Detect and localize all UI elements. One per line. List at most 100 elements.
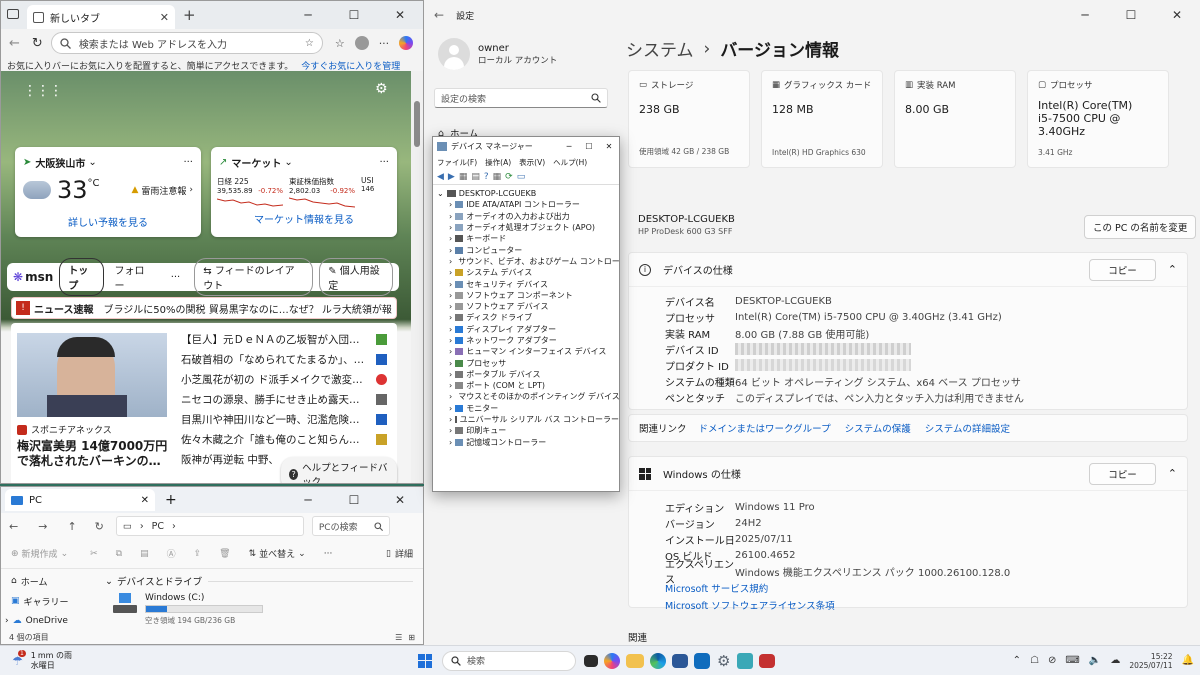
forecast-link[interactable]: 詳しい予報を見る: [15, 214, 201, 229]
tree-item[interactable]: › マウスとそのほかのポインティング デバイス: [437, 391, 619, 402]
services-agreement-link[interactable]: Microsoft サービス規約: [665, 584, 768, 595]
tree-item[interactable]: › ネットワーク アダプター: [437, 335, 619, 346]
nav-item-gallery[interactable]: ▣ ギャラリー: [1, 591, 97, 611]
ime-icon[interactable]: ⌨: [1065, 655, 1079, 666]
tree-item[interactable]: › 印刷キュー: [437, 425, 619, 436]
tree-item[interactable]: › IDE ATA/ATAPI コントローラー: [437, 199, 619, 210]
close-tab-icon[interactable]: ✕: [141, 495, 149, 506]
menu-view[interactable]: 表示(V): [519, 157, 545, 168]
wifi-off-icon[interactable]: ⊘: [1048, 655, 1056, 666]
properties-icon[interactable]: ▦: [459, 172, 468, 182]
monitor-icon[interactable]: ▭: [517, 172, 526, 182]
refresh-icon[interactable]: ↻: [32, 36, 43, 51]
tree-item[interactable]: › ディスク ドライブ: [437, 312, 619, 323]
copilot-taskbar-icon[interactable]: [604, 652, 620, 669]
storage-tile[interactable]: ▭ ストレージ 238 GB 使用領域 42 GB / 238 GB: [628, 70, 750, 168]
tab-follow[interactable]: フォロー: [114, 262, 150, 292]
taskbar-search[interactable]: 検索: [442, 650, 576, 671]
more-menu-icon[interactable]: ···: [379, 37, 390, 50]
feed-layout-button[interactable]: ⇆ フィードのレイアウト: [194, 258, 314, 296]
minimize-button[interactable]: ─: [285, 1, 331, 30]
close-button[interactable]: ✕: [599, 142, 619, 151]
minimize-button[interactable]: ─: [285, 488, 331, 512]
back-icon[interactable]: ◀: [437, 172, 444, 182]
breadcrumb-parent[interactable]: システム: [626, 36, 694, 61]
headline-item[interactable]: 【巨人】元ＤｅＮＡの乙坂智が入団…: [181, 329, 387, 349]
weather-widget[interactable]: ☂ 1 1 mm の雨 水曜日: [12, 649, 72, 671]
market-more-icon[interactable]: ···: [379, 157, 389, 168]
feed-more-icon[interactable]: ···: [171, 272, 181, 283]
file-explorer-taskbar-icon[interactable]: [626, 653, 644, 668]
user-account[interactable]: owner ローカル アカウント: [438, 38, 557, 70]
add-tab-icon[interactable]: +: [183, 6, 196, 24]
tree-item[interactable]: › コンピューター: [437, 244, 619, 255]
profile-avatar[interactable]: [354, 36, 369, 50]
store-taskbar-icon[interactable]: [672, 653, 688, 668]
breaking-news-banner[interactable]: ! ニュース速報 ブラジルに50%の関税 貿易黒字なのに…なぜ？ ルラ大統領が報: [11, 297, 397, 319]
address-bar[interactable]: ▭ › PC ›: [115, 516, 304, 536]
maximize-button[interactable]: ☐: [331, 1, 377, 30]
processor-tile[interactable]: ▢ プロセッサ Intel(R) Core(TM) i5-7500 CPU @ 3…: [1027, 70, 1169, 168]
msn-brand[interactable]: msn: [25, 270, 53, 284]
copilot-icon[interactable]: [399, 36, 414, 50]
maximize-button[interactable]: ☐: [579, 142, 599, 151]
copy-icon[interactable]: ⧉: [116, 549, 122, 559]
chevron-up-icon[interactable]: ⌃: [1168, 263, 1177, 276]
notification-bell-icon[interactable]: 🔔: [1182, 655, 1194, 666]
back-icon[interactable]: ←: [9, 36, 20, 51]
ram-tile[interactable]: ▥ 実装 RAM 8.00 GB: [894, 70, 1016, 168]
tree-item[interactable]: › サウンド、ビデオ、およびゲーム コントローラー: [437, 256, 619, 267]
settings-gear-icon[interactable]: ⚙: [375, 81, 388, 97]
copy-windows-spec-button[interactable]: コピー: [1089, 462, 1156, 485]
system-protection-link[interactable]: システムの保護: [845, 421, 911, 435]
favorite-star-icon[interactable]: ☆: [305, 38, 314, 49]
rename-icon[interactable]: Ⓐ: [167, 547, 176, 560]
nav-item-home[interactable]: ⌂ ホーム: [1, 571, 97, 591]
ticker[interactable]: 東証株価指数 2,802.03 -0.92%: [289, 176, 355, 209]
share-icon[interactable]: ⇪: [194, 549, 202, 559]
cut-icon[interactable]: ✂: [90, 549, 98, 559]
headline-item[interactable]: 佐々木藏之介「誰も俺のこと知らん…: [181, 429, 387, 449]
market-link[interactable]: マーケット情報を見る: [211, 211, 397, 226]
tree-item[interactable]: › モニター: [437, 403, 619, 414]
rename-pc-button[interactable]: この PC の名前を変更: [1084, 215, 1197, 239]
advanced-system-settings-link[interactable]: システムの詳細設定: [925, 421, 1010, 435]
close-button[interactable]: ✕: [377, 1, 423, 30]
delete-icon[interactable]: 🗑: [219, 549, 230, 559]
details-pane-icon[interactable]: ▯: [386, 549, 391, 559]
windows-spec-header[interactable]: Windows の仕様 コピー ⌃: [629, 457, 1187, 491]
forward-icon[interactable]: ▶: [448, 172, 455, 182]
network-taskbar-icon[interactable]: [737, 652, 754, 669]
graphics-tile[interactable]: ▦ グラフィックス カード 128 MB Intel(R) HD Graphics…: [761, 70, 883, 168]
tree-item[interactable]: › ヒューマン インターフェイス デバイス: [437, 346, 619, 357]
drive-item[interactable]: Windows (C:) 空き領域 194 GB/236 GB: [97, 593, 413, 626]
edge-tab[interactable]: 新しいタブ ✕: [27, 5, 175, 29]
ticker[interactable]: 日経 225 39,535.89 -0.72%: [217, 176, 283, 209]
minimize-button[interactable]: ─: [1062, 0, 1108, 30]
tab-top[interactable]: トップ: [59, 258, 105, 296]
tiles-view-icon[interactable]: ⊞: [408, 633, 415, 642]
tree-item[interactable]: › ソフトウェア コンポーネント: [437, 290, 619, 301]
scan-icon[interactable]: ⟳: [505, 172, 513, 182]
headline-item[interactable]: 石破首相の「なめられてたまるか」、…: [181, 349, 387, 369]
sort-button[interactable]: 並べ替え: [259, 547, 295, 560]
apps-grid-icon[interactable]: ⋮⋮⋮: [23, 83, 63, 99]
favorites-icon[interactable]: ☆: [335, 37, 345, 50]
market-card[interactable]: ↗ マーケット ⌄ ··· 日経 225 39,535.89 -0.72% 東証株…: [211, 147, 397, 237]
more-icon[interactable]: ···: [324, 549, 333, 559]
section-header[interactable]: ⌄ デバイスとドライブ: [97, 571, 413, 591]
details-view-icon[interactable]: ☰: [395, 633, 402, 642]
weather-more-icon[interactable]: ···: [183, 157, 193, 168]
menu-help[interactable]: ヘルプ(H): [553, 157, 587, 168]
search-box[interactable]: PCの検索: [311, 516, 390, 536]
tree-item[interactable]: › システム デバイス: [437, 267, 619, 278]
weather-card[interactable]: ➤ 大阪狭山市 ⌄ ··· 33 °C ▲ 雷雨注意報 › 詳しい予報を見る: [15, 147, 201, 237]
tree-item[interactable]: › キーボード: [437, 233, 619, 244]
paste-icon[interactable]: ▤: [140, 549, 149, 559]
close-tab-icon[interactable]: ✕: [160, 11, 169, 24]
page-scrollbar[interactable]: [411, 71, 423, 483]
onedrive-icon[interactable]: ☁: [1110, 655, 1120, 666]
outlook-taskbar-icon[interactable]: [694, 652, 710, 669]
tree-root[interactable]: ⌄ DESKTOP-LCGUEKB: [437, 188, 619, 199]
sort-icon[interactable]: ⇅: [249, 549, 257, 559]
